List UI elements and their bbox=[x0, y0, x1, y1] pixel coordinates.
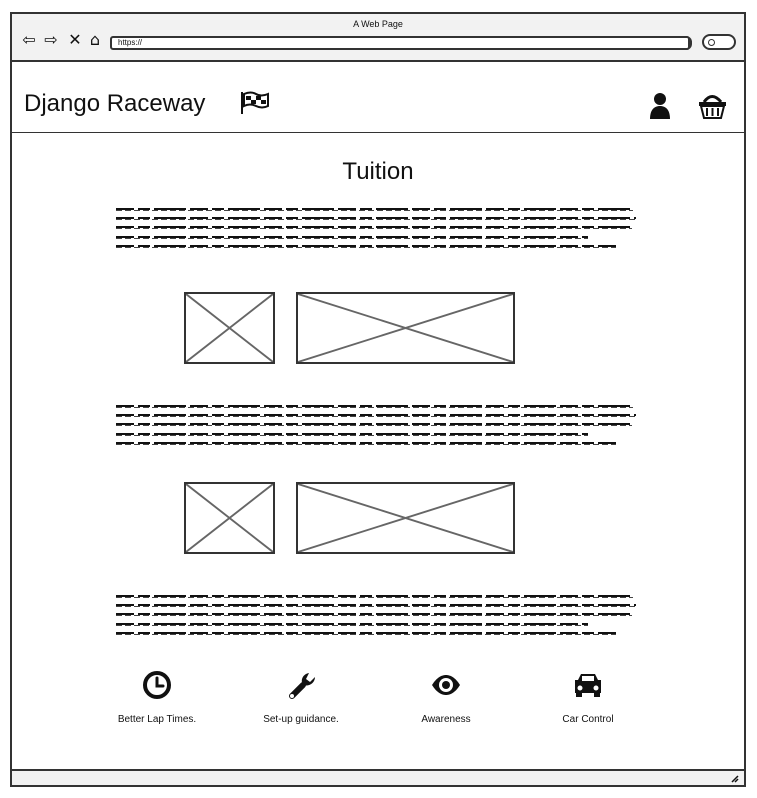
feature-set-up-guidance: Set-up guidance. bbox=[231, 668, 371, 748]
home-icon[interactable]: ⌂ bbox=[86, 30, 104, 49]
image-placeholder-cross bbox=[298, 484, 513, 552]
feature-better-lap-times: Better Lap Times. bbox=[87, 668, 227, 748]
paragraph-line bbox=[116, 414, 636, 417]
paragraph-placeholder bbox=[116, 208, 636, 252]
paragraph-line bbox=[116, 226, 632, 229]
paragraph-line bbox=[116, 236, 588, 239]
address-text: https:// bbox=[118, 38, 143, 47]
feature-label: Awareness bbox=[421, 714, 471, 725]
brand-title[interactable]: Django Raceway bbox=[24, 91, 205, 117]
back-arrow-icon[interactable]: ⇦ bbox=[20, 30, 38, 49]
address-bar[interactable]: https:// bbox=[110, 36, 692, 50]
image-placeholder bbox=[296, 292, 515, 364]
paragraph-line bbox=[116, 595, 633, 598]
paragraph-line bbox=[116, 442, 616, 445]
image-placeholder bbox=[296, 482, 515, 554]
feature-list: Better Lap Times. Set-up guidance. Aware… bbox=[12, 668, 744, 768]
user-icon[interactable] bbox=[647, 91, 673, 121]
address-bar-end bbox=[682, 36, 692, 50]
main-content: Tuition Better Lap Times. Set-up guidanc… bbox=[12, 133, 744, 773]
paragraph-line bbox=[116, 433, 588, 436]
paragraph-line bbox=[116, 208, 633, 211]
paragraph-line bbox=[116, 405, 633, 408]
close-icon[interactable]: ✕ bbox=[66, 30, 84, 49]
paragraph-placeholder bbox=[116, 405, 636, 449]
image-placeholder-cross bbox=[186, 484, 273, 552]
clock-icon bbox=[143, 671, 171, 699]
image-placeholder bbox=[184, 482, 275, 554]
page-title: Tuition bbox=[342, 158, 414, 185]
image-placeholder bbox=[184, 292, 275, 364]
feature-label: Set-up guidance. bbox=[263, 714, 339, 725]
feature-awareness: Awareness bbox=[376, 668, 516, 748]
paragraph-line bbox=[116, 245, 616, 248]
image-placeholder-cross bbox=[298, 294, 513, 362]
paragraph-line bbox=[116, 613, 632, 616]
browser-chrome: A Web Page ⇦ ⇨ ✕ ⌂ https:// bbox=[12, 14, 744, 62]
resize-grip-icon[interactable] bbox=[731, 775, 739, 783]
site-header: Django Raceway bbox=[12, 62, 744, 133]
feature-label: Better Lap Times. bbox=[117, 714, 197, 725]
paragraph-line bbox=[116, 423, 632, 426]
paragraph-line bbox=[116, 604, 636, 607]
forward-arrow-icon[interactable]: ⇨ bbox=[42, 30, 60, 49]
wrench-icon bbox=[289, 673, 315, 699]
status-bar bbox=[12, 769, 744, 785]
paragraph-line bbox=[116, 623, 588, 626]
paragraph-line bbox=[116, 632, 616, 635]
basket-icon[interactable] bbox=[697, 91, 728, 121]
feature-car-control: Car Control bbox=[518, 668, 658, 748]
feature-label: Car Control bbox=[562, 714, 614, 725]
browser-window: A Web Page ⇦ ⇨ ✕ ⌂ https:// Django Racew… bbox=[10, 12, 746, 787]
window-title: A Web Page bbox=[353, 19, 403, 29]
paragraph-placeholder bbox=[116, 595, 636, 639]
eye-icon bbox=[432, 675, 460, 695]
checkered-flag-icon bbox=[241, 91, 269, 114]
image-placeholder-cross bbox=[186, 294, 273, 362]
car-icon bbox=[575, 674, 601, 697]
paragraph-line bbox=[116, 217, 636, 220]
search-icon[interactable] bbox=[702, 34, 736, 50]
